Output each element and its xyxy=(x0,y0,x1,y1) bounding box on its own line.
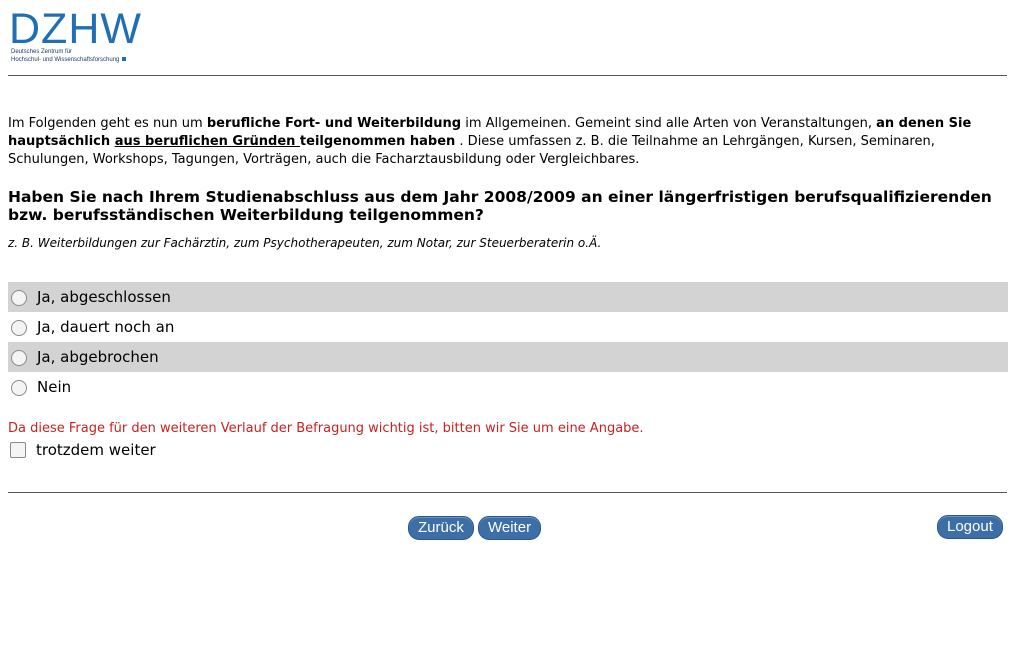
option-label: Nein xyxy=(37,378,72,396)
option-label: Ja, abgeschlossen xyxy=(37,288,171,306)
intro-text-part: im Allgemeinen. Gemeint sind alle Arten … xyxy=(461,116,877,131)
radio-button[interactable] xyxy=(11,320,27,336)
logo-subtitle-line2: Hochschul- und Wissenschaftsforschung xyxy=(11,57,120,63)
intro-text-part: Im Folgenden geht es nun um xyxy=(8,116,207,131)
question-title: Haben Sie nach Ihrem Studienabschluss au… xyxy=(8,188,992,224)
logo-square-icon xyxy=(122,57,127,62)
option-ja-abgebrochen[interactable]: Ja, abgebrochen xyxy=(8,342,1008,372)
dzhw-logo: DZHW Deutsches Zentrum für Hochschul- un… xyxy=(9,5,145,69)
radio-button[interactable] xyxy=(11,350,27,366)
question-hint: z. B. Weiterbildungen zur Fachärztin, zu… xyxy=(8,236,602,250)
option-ja-abgeschlossen[interactable]: Ja, abgeschlossen xyxy=(8,282,1008,312)
logo-wordmark: DZHW xyxy=(9,5,142,53)
logo-subtitle: Deutsches Zentrum für Hochschul- und Wis… xyxy=(11,48,145,64)
override-label: trotzdem weiter xyxy=(36,441,156,459)
option-ja-dauert-noch-an[interactable]: Ja, dauert noch an xyxy=(8,312,1008,342)
answer-options: Ja, abgeschlossen Ja, dauert noch an Ja,… xyxy=(8,282,1008,402)
option-label: Ja, dauert noch an xyxy=(37,318,175,336)
back-button[interactable]: Zurück xyxy=(408,516,474,540)
option-nein[interactable]: Nein xyxy=(8,372,1008,402)
validation-warning: Da diese Frage für den weiteren Verlauf … xyxy=(8,421,644,436)
radio-button[interactable] xyxy=(11,380,27,396)
intro-underlined-phrase: aus beruflichen Gründen xyxy=(114,134,300,149)
option-label: Ja, abgebrochen xyxy=(37,348,159,366)
override-checkbox-row[interactable]: trotzdem weiter xyxy=(10,441,156,459)
header-divider xyxy=(8,75,1007,76)
trotzdem-weiter-checkbox[interactable] xyxy=(10,442,26,458)
intro-text: Im Folgenden geht es nun um berufliche F… xyxy=(8,115,1008,169)
intro-bold-phrase: teilgenommen haben xyxy=(299,134,456,149)
intro-bold-topic: berufliche Fort- und Weiterbildung xyxy=(206,116,462,131)
radio-button[interactable] xyxy=(11,290,27,306)
logout-button[interactable]: Logout xyxy=(937,515,1003,539)
logo-subtitle-line1: Deutsches Zentrum für xyxy=(11,49,73,55)
footer-divider xyxy=(8,492,1007,493)
next-button[interactable]: Weiter xyxy=(478,516,542,540)
